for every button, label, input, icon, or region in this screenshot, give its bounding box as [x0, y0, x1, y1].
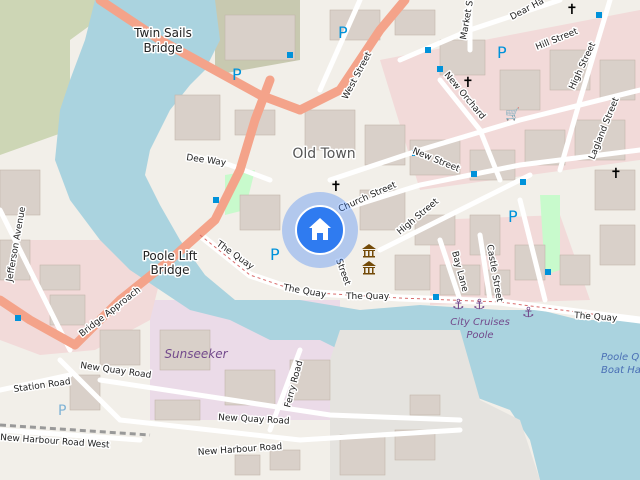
place-label-boat-haven: Poole Q	[601, 352, 639, 363]
church-icon: ✝	[566, 2, 578, 18]
place-label-twin-sails-2: Bridge	[143, 41, 182, 55]
place-label-city-cruises: City Cruises	[450, 317, 510, 328]
place-label-sunseeker: Sunseeker	[164, 347, 228, 361]
place-label-old-town: Old Town	[292, 146, 355, 162]
place-label-twin-sails: Twin Sails	[133, 26, 192, 40]
anchor-icon: ⚓	[452, 297, 465, 313]
parking-icon: P	[232, 65, 242, 84]
place-label-lift-bridge: Poole Lift	[143, 249, 198, 263]
water-marina	[540, 320, 640, 480]
map-canvas[interactable]: P P P P P P ✝ ✝ ✝ ✝ 🛒 ⚓ ⚓ ⚓ Twin Sails B…	[0, 0, 640, 480]
anchor-icon: ⚓	[522, 305, 535, 321]
street-label: The Quay	[345, 292, 390, 302]
parking-icon: P	[508, 207, 518, 226]
place-label-lift-bridge-2: Bridge	[150, 263, 189, 277]
shop-icon: 🛒	[505, 107, 520, 121]
parking-icon: P	[497, 43, 507, 62]
church-icon: ✝	[330, 179, 342, 195]
current-location-marker[interactable]	[282, 192, 358, 268]
church-icon: ✝	[610, 166, 622, 182]
parking-icon: P	[338, 23, 348, 42]
place-label-boat-haven-2: Boat Ha	[601, 365, 640, 376]
parking-icon: P	[270, 245, 280, 264]
anchor-icon: ⚓	[473, 297, 486, 313]
place-label-city-cruises-2: Poole	[466, 330, 493, 341]
parking-icon: P	[58, 403, 66, 419]
